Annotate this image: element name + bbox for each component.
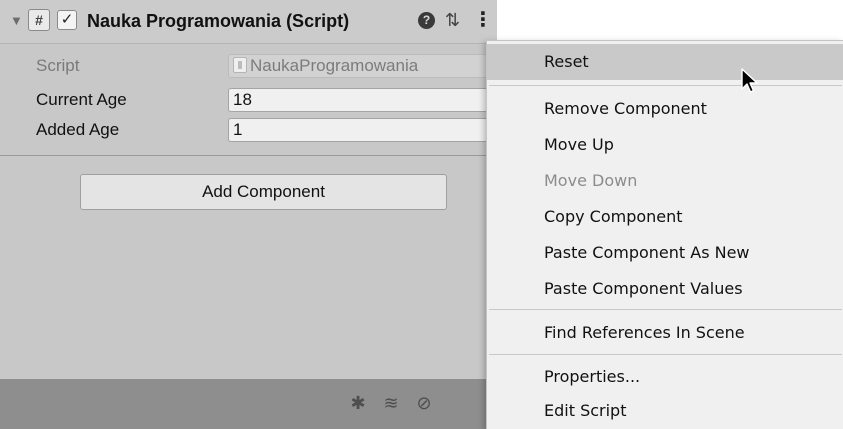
component-enabled-checkbox[interactable]: ✓ xyxy=(57,10,77,30)
refresh-disabled-icon[interactable]: ⊘ xyxy=(412,391,436,415)
inspector-panel: ▼ # ✓ Nauka Programowania (Script) ? ⇅ ⋮… xyxy=(0,0,497,429)
menu-separator xyxy=(489,354,842,355)
menu-item-properties[interactable]: Properties... xyxy=(487,359,843,395)
presets-icon[interactable]: ⇅ xyxy=(445,9,460,31)
menu-separator xyxy=(489,85,842,86)
menu-item-move-up[interactable]: Move Up xyxy=(487,127,843,163)
foldout-arrow-icon[interactable]: ▼ xyxy=(10,14,23,27)
menu-item-paste-component-as-new[interactable]: Paste Component As New xyxy=(487,235,843,271)
script-object-field[interactable]: NaukaProgramowania xyxy=(228,54,497,78)
menu-item-remove-component[interactable]: Remove Component xyxy=(487,91,843,127)
current-age-field[interactable]: 18 xyxy=(228,88,497,112)
menu-item-copy-component[interactable]: Copy Component xyxy=(487,199,843,235)
property-row-added-age: Added Age 1 xyxy=(0,117,497,143)
component-properties: Script NaukaProgramowania Current Age 18… xyxy=(0,44,497,156)
property-label: Script xyxy=(36,56,80,75)
bug-icon[interactable]: ✱ xyxy=(346,391,370,415)
mouse-cursor-icon xyxy=(741,68,758,93)
menu-item-edit-script[interactable]: Edit Script xyxy=(487,393,843,429)
property-row-current-age: Current Age 18 xyxy=(0,87,497,113)
added-age-field[interactable]: 1 xyxy=(228,118,497,142)
component-title: Nauka Programowania (Script) xyxy=(87,11,350,31)
status-bar: ✱ ≋ ⊘ xyxy=(0,379,497,429)
property-label: Added Age xyxy=(36,120,120,139)
menu-item-paste-component-values[interactable]: Paste Component Values xyxy=(487,271,843,307)
menu-item-find-references-in-scene[interactable]: Find References In Scene xyxy=(487,315,843,351)
component-header[interactable]: ▼ # ✓ Nauka Programowania (Script) ? ⇅ ⋮ xyxy=(0,0,497,44)
script-component-icon: # xyxy=(28,9,50,31)
menu-item-reset[interactable]: Reset xyxy=(487,44,843,80)
database-icon[interactable]: ≋ xyxy=(379,391,403,415)
component-context-menu: Reset Remove Component Move Up Move Down… xyxy=(486,40,843,429)
menu-separator xyxy=(489,309,842,310)
add-component-button[interactable]: Add Component xyxy=(80,174,447,210)
script-object-value: NaukaProgramowania xyxy=(250,56,419,75)
property-label: Current Age xyxy=(36,90,127,109)
property-row-script: Script NaukaProgramowania xyxy=(0,53,497,79)
script-file-icon xyxy=(233,57,247,73)
menu-item-move-down: Move Down xyxy=(544,171,638,190)
component-menu-icon[interactable]: ⋮ xyxy=(473,7,493,33)
help-icon[interactable]: ? xyxy=(418,12,435,29)
